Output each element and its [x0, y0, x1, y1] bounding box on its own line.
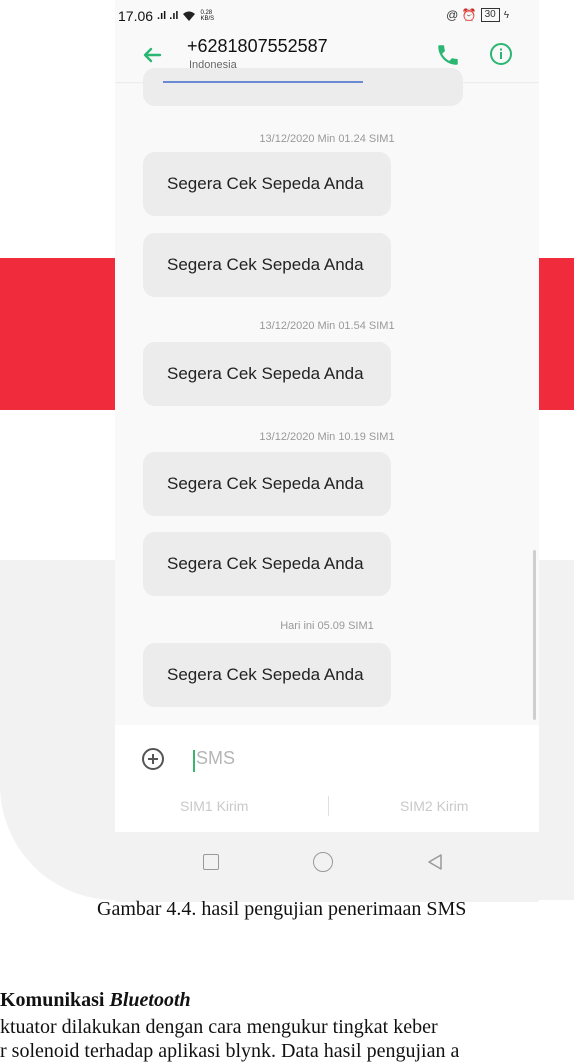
sms-input[interactable]: SMS: [196, 748, 235, 769]
scrollbar[interactable]: [533, 550, 536, 720]
send-sim2-button[interactable]: SIM2 Kirim: [400, 798, 468, 814]
back-arrow-icon[interactable]: [137, 40, 167, 70]
message-bubble[interactable]: Segera Cek Sepeda Anda: [143, 342, 391, 406]
info-icon[interactable]: [489, 42, 513, 66]
figure-caption: Gambar 4.4. hasil pengujian penerimaan S…: [97, 898, 467, 920]
body-text-line: r solenoid terhadap aplikasi blynk. Data…: [0, 1040, 460, 1062]
message-timestamp: Hari ini 05.09 SIM1: [280, 620, 374, 632]
section-heading: Komunikasi Bluetooth: [0, 989, 191, 1011]
message-bubble[interactable]: Segera Cek Sepeda Anda: [143, 152, 391, 216]
text-cursor: [193, 750, 195, 772]
watermark-left-bar: [0, 258, 115, 410]
attach-plus-icon[interactable]: [142, 748, 164, 770]
watermark-right-bar: [539, 258, 574, 410]
body-text-line: ktuator dilakukan dengan cara mengukur t…: [0, 1016, 438, 1038]
message-bubble[interactable]: Segera Cek Sepeda Anda: [143, 643, 391, 707]
message-timestamp: 13/12/2020 Min 01.54 SIM1: [259, 320, 395, 332]
signal-icon: .ıl .ıl: [157, 10, 179, 22]
previous-message-bubble: [143, 68, 463, 106]
charging-icon: ϟ: [503, 9, 509, 21]
battery-icon: 30: [480, 8, 500, 22]
navigation-bar: [115, 832, 539, 902]
phone-screenshot: 17.06 .ıl .ıl 0.28 KB/S @ ⏰ 30 ϟ +628180…: [115, 0, 539, 725]
phone-call-icon[interactable]: [435, 42, 461, 68]
alarm-icon: @ ⏰: [446, 8, 477, 22]
back-triangle-icon[interactable]: [425, 852, 445, 872]
status-bar: 17.06 .ıl .ıl 0.28 KB/S @ ⏰ 30 ϟ: [115, 0, 539, 30]
compose-area: [115, 725, 539, 832]
home-icon[interactable]: [313, 852, 333, 872]
send-sim1-button[interactable]: SIM1 Kirim: [180, 798, 248, 814]
message-bubble[interactable]: Segera Cek Sepeda Anda: [143, 452, 391, 516]
message-timestamp: 13/12/2020 Min 10.19 SIM1: [259, 431, 395, 443]
watermark-right-arc: [539, 560, 574, 900]
message-timestamp: 13/12/2020 Min 01.24 SIM1: [259, 133, 395, 145]
network-speed-unit: KB/S: [200, 16, 215, 22]
recent-apps-icon[interactable]: [203, 854, 219, 870]
previous-message-link[interactable]: [163, 78, 363, 83]
message-bubble[interactable]: Segera Cek Sepeda Anda: [143, 233, 391, 297]
contact-number: +6281807552587: [187, 36, 328, 56]
status-time: 17.06: [118, 8, 154, 24]
message-bubble[interactable]: Segera Cek Sepeda Anda: [143, 532, 391, 596]
send-divider: [328, 796, 329, 816]
watermark-left-arc: [0, 560, 115, 900]
wifi-icon: [183, 11, 196, 21]
